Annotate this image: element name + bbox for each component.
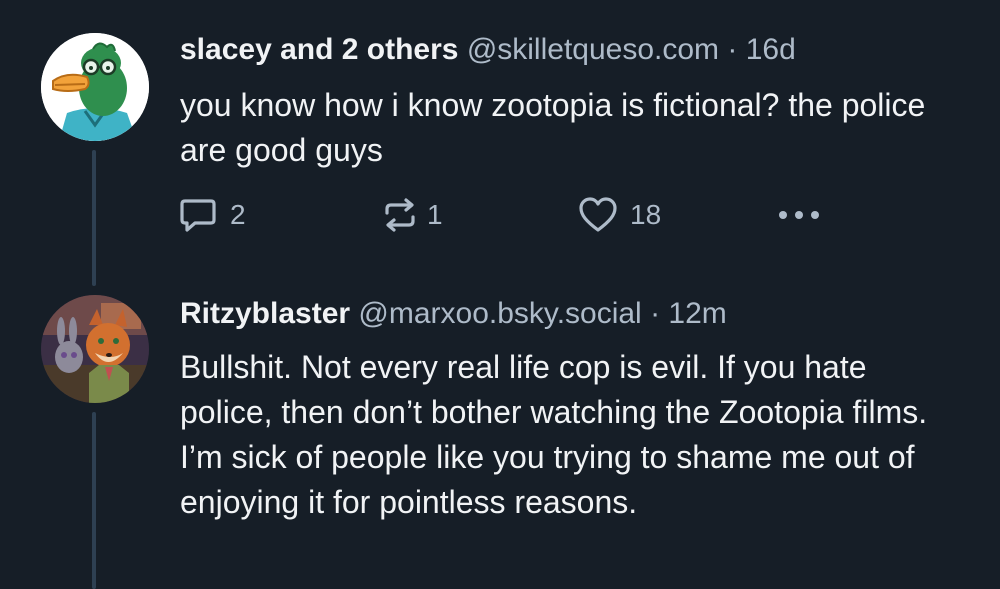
display-name[interactable]: slacey and 2 others xyxy=(180,33,458,66)
thread-line xyxy=(92,150,96,286)
display-name[interactable]: Ritzyblaster xyxy=(180,297,350,330)
post-header: Ritzyblaster @marxoo.bsky.social · 12m xyxy=(180,296,727,332)
heart-icon xyxy=(579,197,617,232)
separator-dot: · xyxy=(650,297,661,330)
repost-count: 1 xyxy=(427,199,443,230)
separator-dot: · xyxy=(727,33,738,66)
reply-button[interactable]: 2 xyxy=(178,195,246,235)
avatar[interactable] xyxy=(41,33,149,141)
handle[interactable]: @marxoo.bsky.social xyxy=(358,297,641,330)
post-text: you know how i know zootopia is fictiona… xyxy=(180,87,926,168)
post-text: Bullshit. Not every real life cop is evi… xyxy=(180,349,928,520)
thread-line xyxy=(92,412,96,589)
repost-icon xyxy=(385,198,415,232)
like-count: 18 xyxy=(630,199,662,230)
timestamp[interactable]: 16d xyxy=(746,33,796,66)
timestamp[interactable]: 12m xyxy=(668,297,726,330)
fox-bunny-avatar-icon xyxy=(41,295,149,403)
reply-icon xyxy=(180,199,216,232)
avatar[interactable] xyxy=(41,295,149,403)
post-header: slacey and 2 others @skilletqueso.com · … xyxy=(180,32,796,68)
repost-button[interactable]: 1 xyxy=(381,195,443,235)
duck-avatar-icon xyxy=(41,33,149,141)
more-options-button[interactable] xyxy=(775,195,823,235)
handle[interactable]: @skilletqueso.com xyxy=(467,33,719,66)
more-icon xyxy=(779,211,819,219)
reply-count: 2 xyxy=(230,199,246,230)
like-button[interactable]: 18 xyxy=(578,195,661,235)
